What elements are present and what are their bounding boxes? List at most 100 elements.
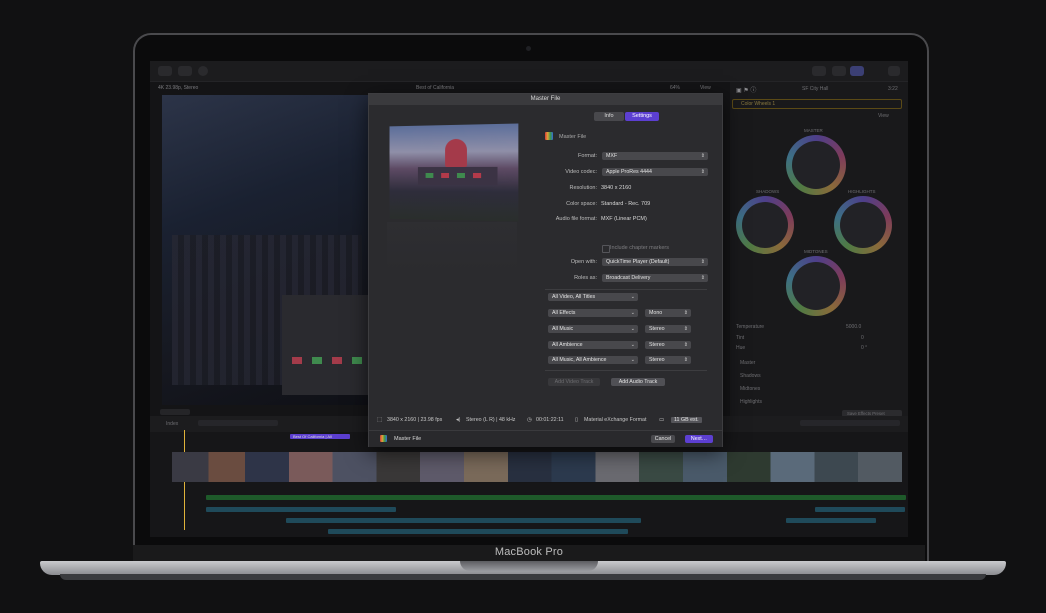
audio-format-label: Audio file format: bbox=[555, 216, 597, 222]
channel-popup[interactable]: Mono ⇕ bbox=[645, 309, 691, 317]
role-popup[interactable]: All Effects ⌄ bbox=[548, 309, 638, 317]
role-value: All Ambience bbox=[552, 342, 583, 348]
library-toggle-button[interactable] bbox=[158, 66, 172, 76]
green-lights bbox=[312, 357, 322, 364]
effects-clip[interactable] bbox=[786, 518, 876, 523]
param-label: Hue bbox=[736, 345, 746, 351]
footer-title: Master File bbox=[394, 436, 422, 442]
clock-icon: ◷ bbox=[527, 417, 532, 423]
divider bbox=[545, 370, 707, 371]
app-toolbar bbox=[150, 61, 908, 82]
midtones-label: MIDTONES bbox=[804, 249, 828, 254]
browser-toggle-button[interactable] bbox=[832, 66, 846, 76]
chapter-markers-checkbox[interactable] bbox=[602, 245, 610, 253]
roles-as-popup[interactable]: Broadcast Delivery ⇕ bbox=[602, 274, 708, 282]
open-with-label: Open with: bbox=[570, 259, 597, 265]
thumbnail-reflection bbox=[387, 222, 517, 272]
timeline-label-bar: Best Of California | All bbox=[290, 434, 350, 439]
red-lights bbox=[332, 357, 342, 364]
dialog-title: Master File bbox=[369, 94, 722, 105]
resolution-label: Resolution: bbox=[569, 185, 597, 191]
group-highlights[interactable]: Highlights bbox=[740, 399, 762, 405]
role-popup[interactable]: All Ambience ⌄ bbox=[548, 341, 638, 349]
summary-format: Material eXchange Format bbox=[584, 417, 647, 423]
zoom-menu[interactable]: 64% bbox=[670, 85, 680, 91]
master-color-wheel[interactable] bbox=[786, 135, 846, 195]
role-value: All Video, All Titles bbox=[552, 294, 596, 300]
share-button[interactable] bbox=[888, 66, 900, 76]
highlights-color-wheel[interactable] bbox=[834, 196, 892, 254]
updown-icon: ⇕ bbox=[700, 259, 705, 265]
viewer-controls[interactable] bbox=[160, 409, 190, 415]
ambience-clip[interactable] bbox=[206, 507, 396, 512]
tab-info[interactable]: Info bbox=[594, 112, 624, 121]
effect-selector[interactable]: Color Wheels 1 bbox=[732, 99, 902, 109]
opening-notch bbox=[460, 561, 598, 571]
format-value: MXF bbox=[606, 153, 618, 159]
updown-icon: ⇕ bbox=[683, 310, 688, 316]
display-icon: ▭ bbox=[659, 417, 665, 423]
role-value: All Music bbox=[552, 326, 574, 332]
updown-icon: ⇕ bbox=[700, 153, 705, 159]
role-popup[interactable]: All Music ⌄ bbox=[548, 325, 638, 333]
project-title: Best of California bbox=[416, 85, 455, 91]
chevron-down-icon: ⌄ bbox=[630, 357, 635, 363]
open-with-popup[interactable]: QuickTime Player (Default) ⇕ bbox=[602, 258, 708, 266]
chevron-down-icon: ⌄ bbox=[630, 294, 635, 300]
open-with-value: QuickTime Player (Default) bbox=[606, 259, 670, 265]
updown-icon: ⇕ bbox=[700, 169, 705, 175]
city-hall-dome bbox=[445, 138, 467, 168]
inspector-icons[interactable]: ▣ ⚑ ⓘ bbox=[736, 85, 756, 94]
channel-popup[interactable]: Stereo ⇕ bbox=[645, 356, 691, 364]
share-toggle-button[interactable] bbox=[812, 66, 826, 76]
effects-clip[interactable] bbox=[328, 529, 628, 534]
group-midtones[interactable]: Midtones bbox=[740, 386, 760, 392]
role-popup[interactable]: All Music, All Ambience ⌄ bbox=[548, 356, 638, 364]
master-file-icon bbox=[380, 435, 387, 442]
inspector-time: 3:22 bbox=[888, 86, 898, 92]
camera-dot bbox=[526, 46, 531, 51]
tab-settings[interactable]: Settings bbox=[625, 112, 659, 121]
background-tasks-icon[interactable] bbox=[198, 66, 208, 76]
green-lights bbox=[425, 172, 434, 178]
inspector-toggle-button[interactable] bbox=[850, 66, 864, 76]
shadows-color-wheel[interactable] bbox=[736, 196, 794, 254]
cancel-button[interactable]: Cancel bbox=[651, 435, 675, 443]
effect-name: Color Wheels 1 bbox=[741, 101, 776, 107]
format-popup[interactable]: MXF ⇕ bbox=[602, 152, 708, 160]
import-button[interactable] bbox=[178, 66, 192, 76]
role-popup[interactable]: All Video, All Titles ⌄ bbox=[548, 293, 638, 301]
index-button[interactable]: Index bbox=[166, 421, 178, 427]
group-master[interactable]: Master bbox=[740, 360, 755, 366]
codec-popup[interactable]: Apple ProRes 4444 ⇕ bbox=[602, 168, 708, 176]
viewer-frame bbox=[162, 95, 370, 405]
inspector-view-menu[interactable]: View bbox=[878, 113, 889, 119]
ambience-clip[interactable] bbox=[815, 507, 905, 512]
master-label: MASTER bbox=[804, 128, 823, 133]
param-value[interactable]: 5000.0 bbox=[846, 324, 861, 330]
chevron-down-icon: ⌄ bbox=[630, 326, 635, 332]
group-shadows[interactable]: Shadows bbox=[740, 373, 761, 379]
music-lane[interactable] bbox=[206, 495, 906, 500]
midtones-color-wheel[interactable] bbox=[786, 256, 846, 316]
channel-popup[interactable]: Stereo ⇕ bbox=[645, 341, 691, 349]
add-audio-track-button[interactable]: Add Audio Track bbox=[611, 378, 665, 386]
summary-resolution: 3840 x 2160 | 23.98 fps bbox=[387, 417, 443, 423]
codec-label: Video codec: bbox=[565, 169, 597, 175]
view-menu[interactable]: View bbox=[700, 85, 711, 91]
param-value[interactable]: 0 ° bbox=[861, 345, 867, 351]
effects-clip[interactable] bbox=[286, 518, 641, 523]
channel-popup[interactable]: Stereo ⇕ bbox=[645, 325, 691, 333]
next-button[interactable]: Next… bbox=[685, 435, 713, 443]
timeline-tools[interactable] bbox=[800, 420, 900, 426]
video-clips[interactable] bbox=[172, 452, 902, 482]
param-value[interactable]: 0 bbox=[861, 335, 864, 341]
codec-value: Apple ProRes 4444 bbox=[606, 169, 652, 175]
colorspace-value: Standard - Rec. 709 bbox=[601, 201, 651, 207]
chevron-down-icon: ⌄ bbox=[630, 310, 635, 316]
summary-duration: 00:01:22:11 bbox=[536, 417, 564, 423]
add-video-track-button[interactable]: Add Video Track bbox=[548, 378, 600, 386]
colorspace-label: Color space: bbox=[566, 201, 597, 207]
timeline-label: Best Of California | All bbox=[293, 434, 332, 439]
edit-tools[interactable] bbox=[198, 420, 278, 426]
